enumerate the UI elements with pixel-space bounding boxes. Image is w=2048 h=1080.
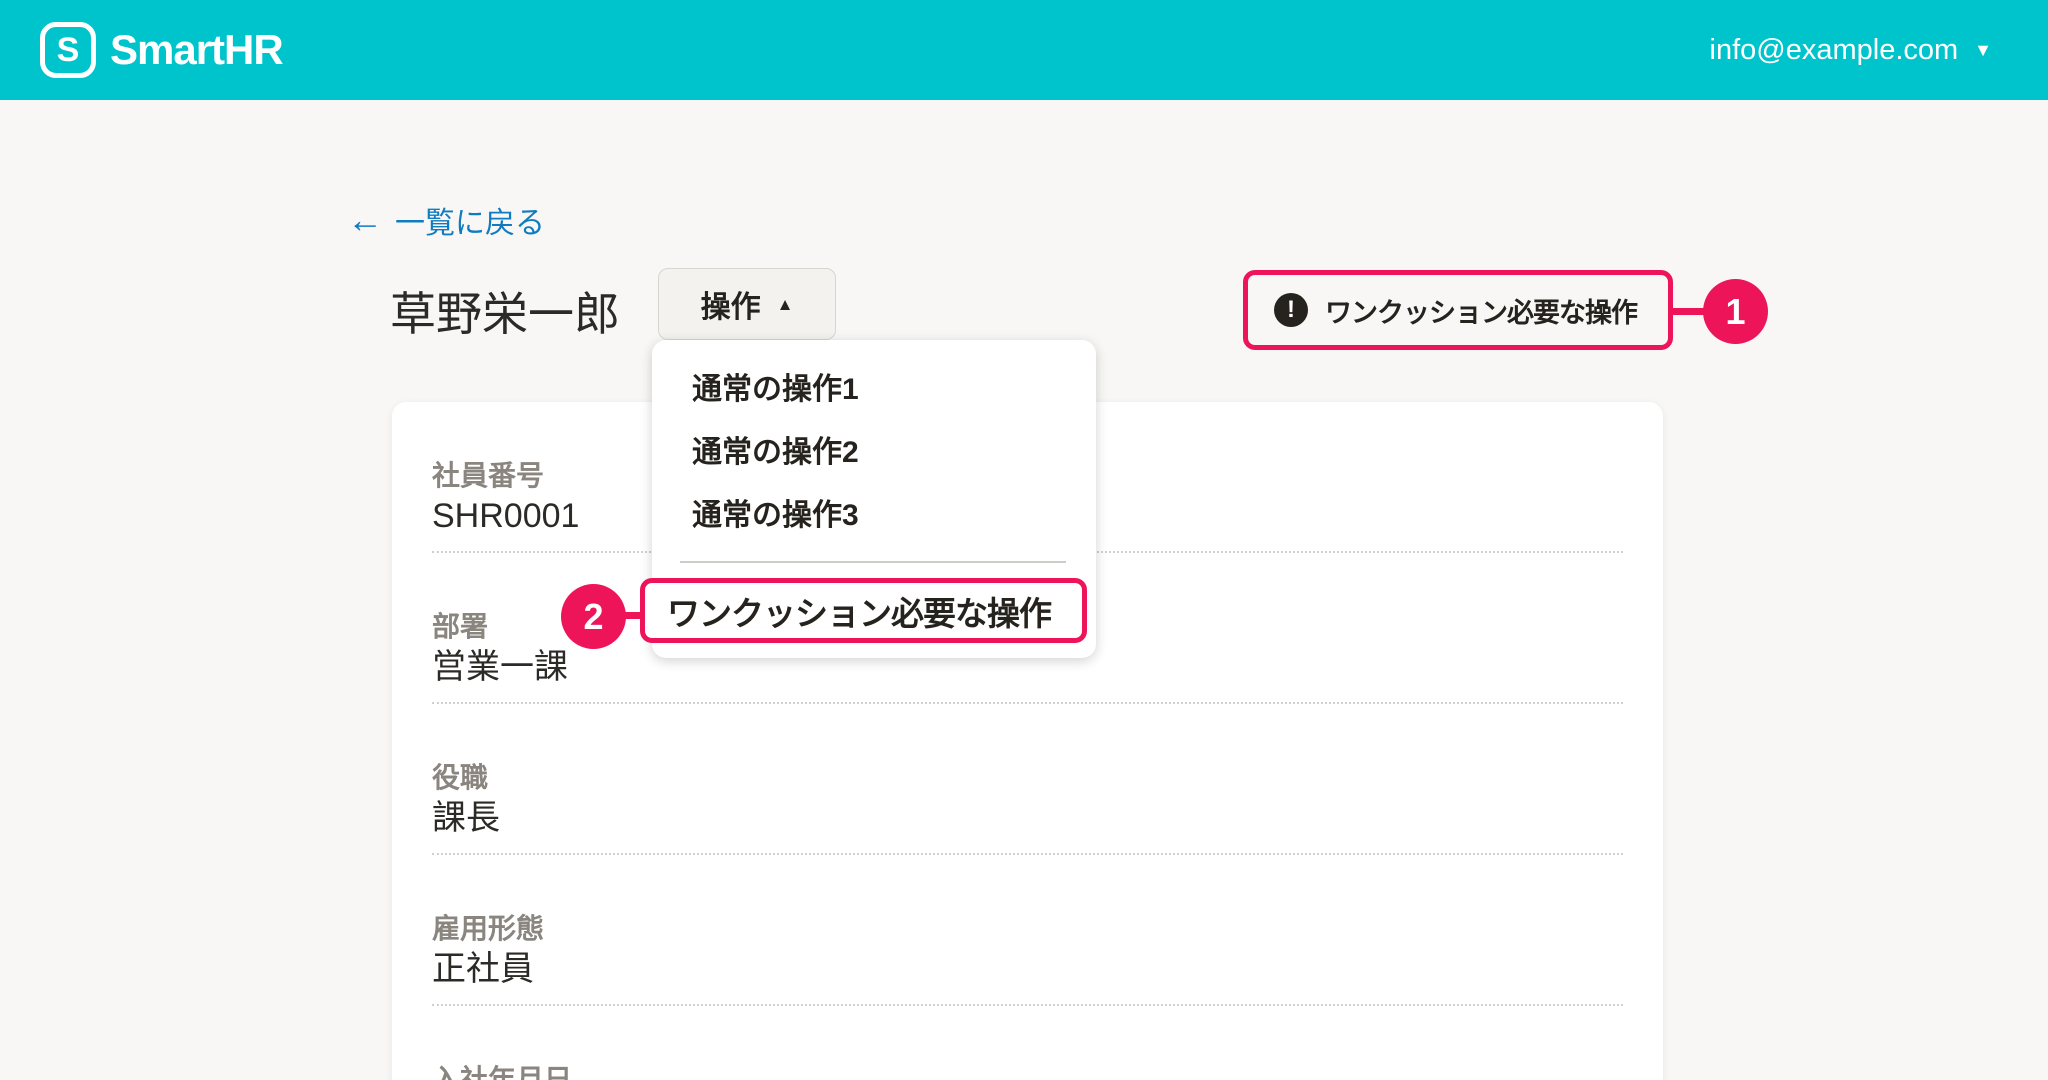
back-arrow-icon: ← <box>347 199 383 240</box>
smarthr-logo-icon: S <box>40 22 96 78</box>
exclamation-glyph: ! <box>1287 296 1295 323</box>
chevron-up-icon: ▲ <box>776 294 794 314</box>
callout-2-badge: 2 <box>561 584 626 649</box>
field-label: 役職 <box>432 762 489 793</box>
menu-item-normal-2[interactable]: 通常の操作2 <box>652 417 1096 480</box>
field-label: 入社年月日 <box>432 1064 573 1080</box>
account-menu[interactable]: info@example.com ▼ <box>1710 34 1992 67</box>
page-title: 草野栄一郎 <box>390 288 620 340</box>
menu-divider <box>680 561 1066 563</box>
action-dropdown-button[interactable]: 操作 ▲ <box>658 268 836 340</box>
exclamation-icon: ! <box>1274 293 1308 327</box>
field-value: 課長 <box>432 799 500 837</box>
callout-1-badge: 1 <box>1703 279 1768 344</box>
app-header: S SmartHR info@example.com ▼ <box>0 0 2048 100</box>
callout-1-connector <box>1671 308 1705 315</box>
menu-item-normal-3[interactable]: 通常の操作3 <box>652 480 1096 543</box>
account-email: info@example.com <box>1709 33 1959 66</box>
back-to-list-link[interactable]: ← 一覧に戻る <box>347 198 545 242</box>
chevron-down-icon: ▼ <box>1974 40 1992 60</box>
menu-item-caution[interactable]: ワンクッション必要な操作 <box>640 578 1087 643</box>
field-row-employment-type: 雇用形態 正社員 <box>432 855 1623 1006</box>
action-dropdown-menu: 通常の操作1 通常の操作2 通常の操作3 ワンクッション必要な操作 <box>640 340 1096 658</box>
field-label: 雇用形態 <box>432 913 545 944</box>
logo-monogram: S <box>56 31 80 69</box>
field-row-position: 役職 課長 <box>432 704 1623 855</box>
field-value: 正社員 <box>432 950 534 988</box>
screen: S SmartHR info@example.com ▼ ← 一覧に戻る 草野栄… <box>0 0 2048 1080</box>
callout-1-label: ワンクッション必要な操作 <box>1325 297 1638 328</box>
callout-1-box: ! ワンクッション必要な操作 <box>1243 270 1673 350</box>
brand-name: SmartHR <box>110 26 284 73</box>
back-link-label: 一覧に戻る <box>395 207 545 240</box>
field-row-hire-date: 入社年月日 <box>432 1006 1623 1080</box>
menu-item-normal-1[interactable]: 通常の操作1 <box>652 354 1096 417</box>
action-button-label: 操作 <box>700 291 761 324</box>
smarthr-logo[interactable]: S SmartHR <box>40 22 284 78</box>
